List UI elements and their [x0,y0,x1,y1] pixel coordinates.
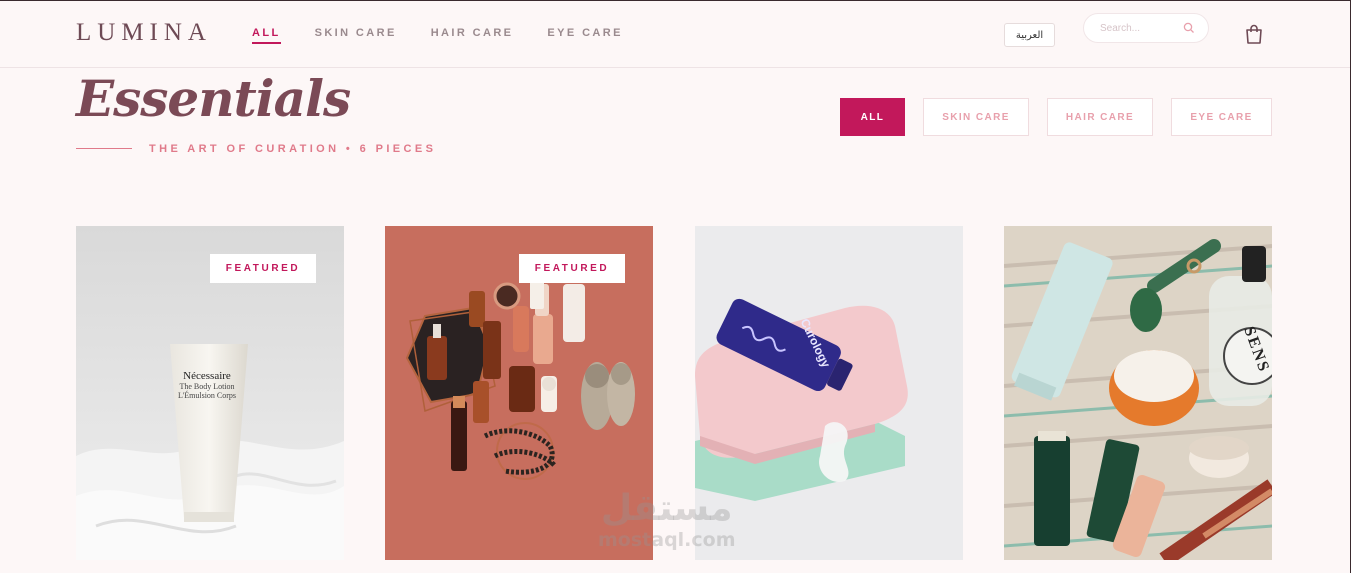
shopping-bag-icon[interactable] [1243,23,1265,45]
product-card[interactable]: SENS [1004,226,1272,560]
nav-all[interactable]: ALL [252,27,281,44]
featured-badge: FEATURED [519,254,625,283]
site-header: LUMINA ALL SKIN CARE HAIR CARE EYE CARE … [0,1,1350,68]
nav-skin-care[interactable]: SKIN CARE [315,27,397,44]
filter-all-button[interactable]: ALL [840,98,905,136]
page-subtitle: THE ART OF CURATION • 6 PIECES [149,143,437,155]
featured-badge: FEATURED [210,254,316,283]
brand-logo[interactable]: LUMINA [76,19,212,47]
watermark: مستقل mostaql.com [598,488,736,552]
filter-eye-care-button[interactable]: EYE CARE [1171,98,1272,136]
search-box [1083,13,1209,43]
language-toggle-button[interactable]: العربية [1004,23,1055,47]
page-title: Essentials [76,69,351,128]
search-input[interactable] [1100,21,1180,36]
product-card[interactable]: Nécessaire The Body Lotion L'Émulsion Co… [76,226,344,560]
watermark-latin: mostaql.com [598,529,736,551]
filter-skin-care-button[interactable]: SKIN CARE [923,98,1029,136]
subtitle-divider [76,148,132,149]
filter-hair-care-button[interactable]: HAIR CARE [1047,98,1153,136]
nav-hair-care[interactable]: HAIR CARE [431,27,514,44]
nav-eye-care[interactable]: EYE CARE [547,27,622,44]
product-image [1004,226,1272,560]
watermark-arabic: مستقل [600,488,733,529]
main-nav: ALL SKIN CARE HAIR CARE EYE CARE [252,27,657,44]
search-icon[interactable] [1182,21,1196,35]
